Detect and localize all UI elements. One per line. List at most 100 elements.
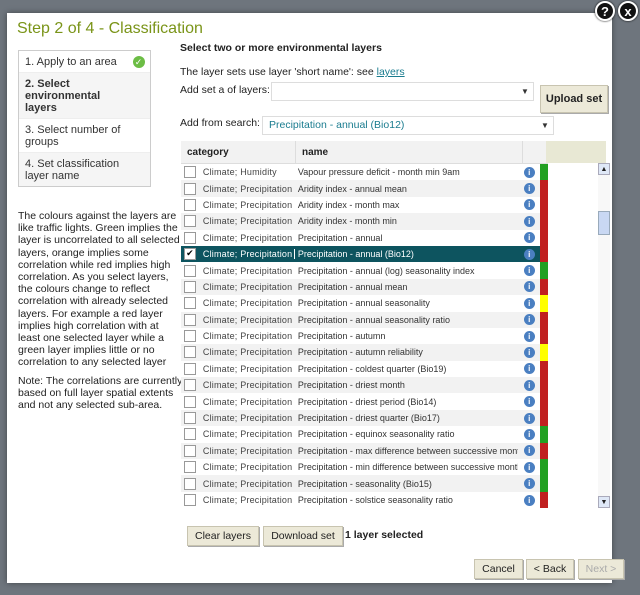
info-icon[interactable]: i [523,215,535,227]
info-icon[interactable]: i [523,412,535,424]
table-row[interactable]: Climate; Precipitation Precipitation - dr… [181,409,548,427]
row-checkbox[interactable] [184,264,196,277]
step-apply-area[interactable]: 1. Apply to an area ✓ [19,51,150,73]
info-icon[interactable]: i [523,166,535,178]
row-checkbox[interactable] [184,379,196,392]
info-icon[interactable]: i [523,265,535,277]
row-category: Climate; Precipitation [202,232,293,243]
scroll-up-icon[interactable]: ▲ [598,163,610,175]
back-button[interactable]: < Back [526,559,574,579]
layers-grid: category name Climate; Humidity Vapour pr… [181,141,548,508]
info-icon[interactable]: i [523,396,535,408]
row-name: Vapour pressure deficit - month min 9am [297,167,460,178]
row-checkbox[interactable] [184,477,196,490]
row-name: Precipitation - annual mean [297,281,408,292]
row-checkbox[interactable] [184,461,196,474]
step-select-layers[interactable]: 2. Select environmental layers [19,73,150,119]
step-layer-name[interactable]: 4. Set classification layer name [19,153,150,186]
row-checkbox[interactable] [184,280,196,293]
info-icon[interactable]: i [523,461,535,473]
row-checkbox[interactable] [184,166,196,179]
table-row[interactable]: Climate; Precipitation Precipitation - se… [181,475,548,492]
table-row[interactable]: Climate; Precipitation Precipitation - au… [181,327,548,345]
row-checkbox[interactable]: ✔ [184,248,196,261]
row-checkbox[interactable] [184,395,196,408]
info-icon[interactable]: i [523,248,535,260]
next-button[interactable]: Next > [578,559,624,579]
row-checkbox[interactable] [184,297,196,310]
table-row[interactable]: Climate; Precipitation Precipitation - ma… [181,442,548,460]
info-icon[interactable]: i [523,199,535,211]
info-icon[interactable]: i [523,445,535,457]
row-checkbox[interactable] [184,346,196,359]
row-checkbox[interactable] [184,362,196,375]
scroll-down-icon[interactable]: ▼ [598,496,610,508]
row-name: Precipitation - annual (log) seasonality… [297,265,475,276]
table-row[interactable]: Climate; Precipitation Precipitation - an… [181,295,548,312]
table-row[interactable]: Climate; Precipitation Precipitation - so… [181,491,548,508]
row-checkbox[interactable] [184,428,196,441]
column-category[interactable]: category [181,141,296,163]
info-icon[interactable]: i [523,297,535,309]
row-checkbox[interactable] [184,215,196,228]
chevron-down-icon[interactable]: ▼ [537,117,553,134]
row-category: Climate; Precipitation [202,298,293,309]
row-checkbox[interactable] [184,330,196,343]
close-icon[interactable]: x [618,1,638,21]
row-checkbox[interactable] [184,182,196,195]
row-category: Climate; Precipitation [202,314,293,325]
search-value[interactable]: Precipitation - annual (Bio12) [269,119,404,131]
table-row[interactable]: ✔ Climate; Precipitation Precipitation - a… [181,245,548,263]
info-icon[interactable]: i [523,428,535,440]
row-checkbox[interactable] [184,198,196,211]
info-icon[interactable]: i [523,494,535,506]
layer-sets-text: The layer sets use layer 'short name': s… [180,66,405,78]
grid-scrollbar[interactable]: ▲ ▼ [598,163,610,508]
table-row[interactable]: Climate; Precipitation Aridity index - mo… [181,213,548,230]
row-checkbox[interactable] [184,494,196,506]
row-name: Aridity index - month max [297,199,400,210]
cancel-button[interactable]: Cancel [474,559,523,579]
download-set-button[interactable]: Download set [263,526,343,546]
table-row[interactable]: Climate; Precipitation Precipitation - an… [181,262,548,279]
step-number-groups[interactable]: 3. Select number of groups [19,119,150,153]
table-row[interactable]: Climate; Precipitation Precipitation - co… [181,360,548,378]
row-checkbox[interactable] [184,231,196,244]
upload-set-button[interactable]: Upload set [540,85,608,113]
info-icon[interactable]: i [523,281,535,293]
table-row[interactable]: Climate; Precipitation Precipitation - eq… [181,426,548,443]
info-icon[interactable]: i [523,330,535,342]
row-category: Climate; Precipitation [202,413,293,424]
layers-link[interactable]: layers [377,66,405,78]
table-row[interactable]: Climate; Precipitation Aridity index - an… [181,180,548,197]
help-icon[interactable]: ? [595,1,615,21]
info-icon[interactable]: i [523,478,535,490]
table-row[interactable]: Climate; Precipitation Precipitation - dr… [181,393,548,410]
row-checkbox[interactable] [184,444,196,457]
row-name: Precipitation - autumn reliability [297,347,423,358]
row-checkbox[interactable] [184,412,196,425]
search-combo[interactable]: Precipitation - annual (Bio12) ▼ [262,116,554,135]
table-row[interactable]: Climate; Precipitation Precipitation - an… [181,311,548,328]
table-row[interactable]: Climate; Precipitation Precipitation - mi… [181,459,548,476]
info-icon[interactable]: i [523,379,535,391]
table-row[interactable]: Climate; Precipitation Precipitation - au… [181,344,548,361]
table-row[interactable]: Climate; Precipitation Precipitation - dr… [181,377,548,394]
table-row[interactable]: Climate; Precipitation Precipitation - an… [181,229,548,246]
row-checkbox[interactable] [184,313,196,326]
info-icon[interactable]: i [523,232,535,244]
info-icon[interactable]: i [523,346,535,358]
scroll-thumb[interactable] [598,211,610,235]
clear-layers-button[interactable]: Clear layers [187,526,259,546]
table-row[interactable]: Climate; Precipitation Precipitation - an… [181,278,548,296]
info-icon[interactable]: i [523,314,535,326]
add-set-combo[interactable]: ▼ [271,82,534,101]
info-icon[interactable]: i [523,363,535,375]
chevron-down-icon[interactable]: ▼ [517,83,533,100]
info-icon[interactable]: i [523,183,535,195]
table-row[interactable]: Climate; Humidity Vapour pressure deficit… [181,164,548,181]
table-row[interactable]: Climate; Precipitation Aridity index - mo… [181,196,548,214]
row-category: Climate; Precipitation [202,199,293,210]
info-note: Note: The correlations are currently bas… [18,374,183,412]
column-name[interactable]: name [296,141,523,163]
